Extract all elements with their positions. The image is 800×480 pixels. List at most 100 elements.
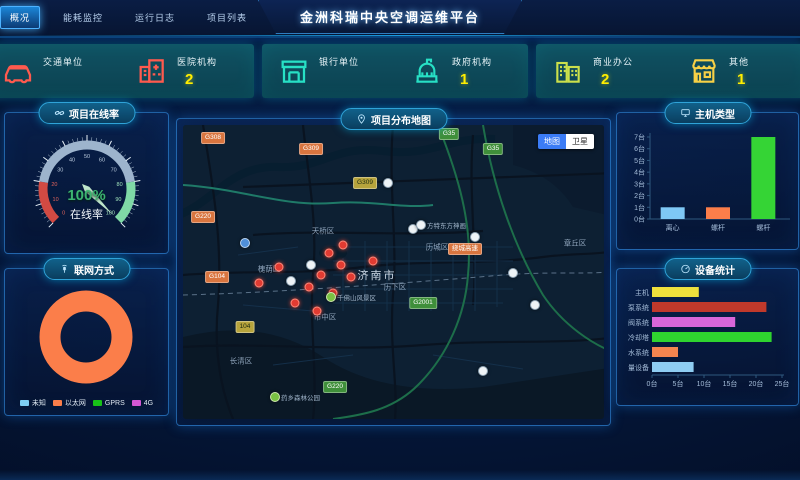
project-marker[interactable] — [325, 249, 334, 258]
nav-tab-1[interactable]: 概况 — [0, 6, 40, 29]
project-marker[interactable] — [317, 271, 326, 280]
svg-text:6台: 6台 — [634, 144, 645, 153]
place-marker[interactable] — [270, 392, 280, 402]
network-legend: 未知 以太网 GPRS 4G — [5, 398, 168, 408]
road-badge: G104 — [205, 271, 229, 283]
svg-text:泵系统: 泵系统 — [628, 303, 649, 312]
car-icon — [2, 55, 34, 87]
project-marker[interactable] — [275, 263, 284, 272]
bottom-glow-strip — [0, 470, 800, 480]
svg-text:2台: 2台 — [634, 191, 645, 200]
stat-item-5[interactable]: 商业办公 2 — [536, 44, 672, 98]
road-badge: G220 — [323, 381, 347, 393]
hospital-icon — [136, 55, 168, 87]
place-label: 方特东方神画 — [427, 220, 466, 230]
office-icon — [552, 55, 584, 87]
topbar-accent-line — [0, 35, 800, 36]
stat-item-3[interactable]: 银行单位 — [262, 44, 395, 98]
svg-text:0台: 0台 — [634, 215, 645, 224]
device-stats-chart: 主机泵系统阀系统冷却塔水系统量设备0台5台10台15台20台25台 — [620, 279, 795, 399]
stat-item-1[interactable]: 交通单位 — [0, 44, 120, 98]
map-toggle-map[interactable]: 地图 — [538, 134, 566, 149]
map-type-toggle: 地图卫星 — [538, 134, 594, 149]
legend-item-未知[interactable]: 未知 — [20, 398, 46, 408]
place-marker[interactable] — [478, 366, 488, 376]
road-badge: 104 — [236, 321, 255, 333]
panel-online-rate-title: 项目在线率 — [69, 106, 119, 121]
map-district-label: 长清区 — [230, 356, 253, 367]
place-marker[interactable] — [508, 268, 518, 278]
nav-tab-4[interactable]: 项目列表 — [198, 7, 256, 28]
road-badge: G35 — [439, 128, 459, 140]
panel-project-map-header: 项目分布地图 — [340, 108, 447, 130]
project-marker[interactable] — [291, 299, 300, 308]
online-rate-label: 在线率 — [5, 206, 168, 222]
map-district-label: 章丘区 — [564, 238, 587, 249]
legend-label: 以太网 — [65, 398, 86, 408]
dashboard-screen: 概况能耗监控运行日志项目列表视频监控 金洲科瑞中央空调运维平台 交通单位医院机构… — [0, 0, 800, 480]
map-canvas[interactable]: 济南市天桥区槐荫区市中区历下区历城区长清区章丘区G308G309G309G220… — [183, 125, 604, 419]
stat-label: 商业办公 — [593, 55, 633, 68]
place-marker[interactable] — [416, 220, 426, 230]
panel-device-stats-header: 设备统计 — [664, 258, 751, 280]
stat-label: 银行单位 — [319, 55, 359, 68]
nav-tab-2[interactable]: 能耗监控 — [54, 7, 112, 28]
place-marker[interactable] — [530, 300, 540, 310]
place-marker[interactable] — [240, 238, 250, 248]
svg-text:60: 60 — [98, 158, 104, 164]
stat-value: 2 — [185, 71, 217, 88]
road-badge: G309 — [353, 177, 377, 189]
antenna-icon — [59, 264, 69, 274]
stat-item-4[interactable]: 政府机构1 — [395, 44, 528, 98]
road-badge: 绕城高速 — [448, 243, 482, 255]
place-marker[interactable] — [383, 178, 393, 188]
place-marker[interactable] — [306, 260, 316, 270]
project-marker[interactable] — [339, 241, 348, 250]
project-marker[interactable] — [369, 257, 378, 266]
map-pin-icon — [356, 114, 366, 124]
svg-text:20台: 20台 — [749, 379, 764, 388]
project-marker[interactable] — [305, 283, 314, 292]
legend-item-4G[interactable]: 4G — [132, 398, 153, 408]
svg-text:10台: 10台 — [697, 379, 712, 388]
legend-label: 未知 — [32, 398, 46, 408]
stat-value: 2 — [601, 71, 633, 88]
panel-host-type-title: 主机类型 — [695, 106, 735, 121]
page-title-text: 金洲科瑞中央空调运维平台 — [300, 7, 480, 26]
project-marker[interactable] — [337, 261, 346, 270]
stat-item-6[interactable]: 其他1 — [672, 44, 800, 98]
svg-text:15台: 15台 — [723, 379, 738, 388]
place-marker[interactable] — [326, 292, 336, 302]
panel-network-mode-title: 联网方式 — [74, 262, 114, 277]
stat-value: 1 — [460, 71, 492, 88]
place-label: 药乡森林公园 — [281, 392, 320, 402]
legend-item-以太网[interactable]: 以太网 — [53, 398, 86, 408]
project-marker[interactable] — [255, 279, 264, 288]
svg-text:螺杆: 螺杆 — [756, 223, 770, 232]
stat-item-2[interactable]: 医院机构2 — [120, 44, 254, 98]
host-type-chart: 0台1台2台3台4台5台6台7台离心螺杆螺杆 — [620, 125, 795, 245]
place-marker[interactable] — [286, 276, 296, 286]
road-badge: G2001 — [409, 297, 437, 309]
place-label: 千佛山风景区 — [337, 292, 376, 302]
legend-swatch — [93, 400, 102, 406]
stat-card-bank-government: 银行单位 政府机构1 — [262, 44, 528, 98]
place-marker[interactable] — [470, 232, 480, 242]
svg-text:主机: 主机 — [635, 288, 649, 297]
stat-value — [51, 71, 83, 87]
project-marker[interactable] — [313, 307, 322, 316]
svg-text:水系统: 水系统 — [628, 348, 649, 357]
map-district-label: 历城区 — [426, 242, 449, 253]
legend-swatch — [53, 400, 62, 406]
road-badge: G308 — [201, 132, 225, 144]
svg-text:0台: 0台 — [647, 379, 658, 388]
road-badge: G309 — [299, 143, 323, 155]
nav-tab-3[interactable]: 运行日志 — [126, 7, 184, 28]
bank-icon — [278, 55, 310, 87]
svg-text:30: 30 — [57, 168, 63, 174]
project-marker[interactable] — [347, 273, 356, 282]
legend-item-GPRS[interactable]: GPRS — [93, 398, 125, 408]
stat-card-transport-hospital: 交通单位医院机构2 — [0, 44, 254, 98]
map-toggle-satellite[interactable]: 卫星 — [566, 134, 594, 149]
government-icon — [411, 55, 443, 87]
